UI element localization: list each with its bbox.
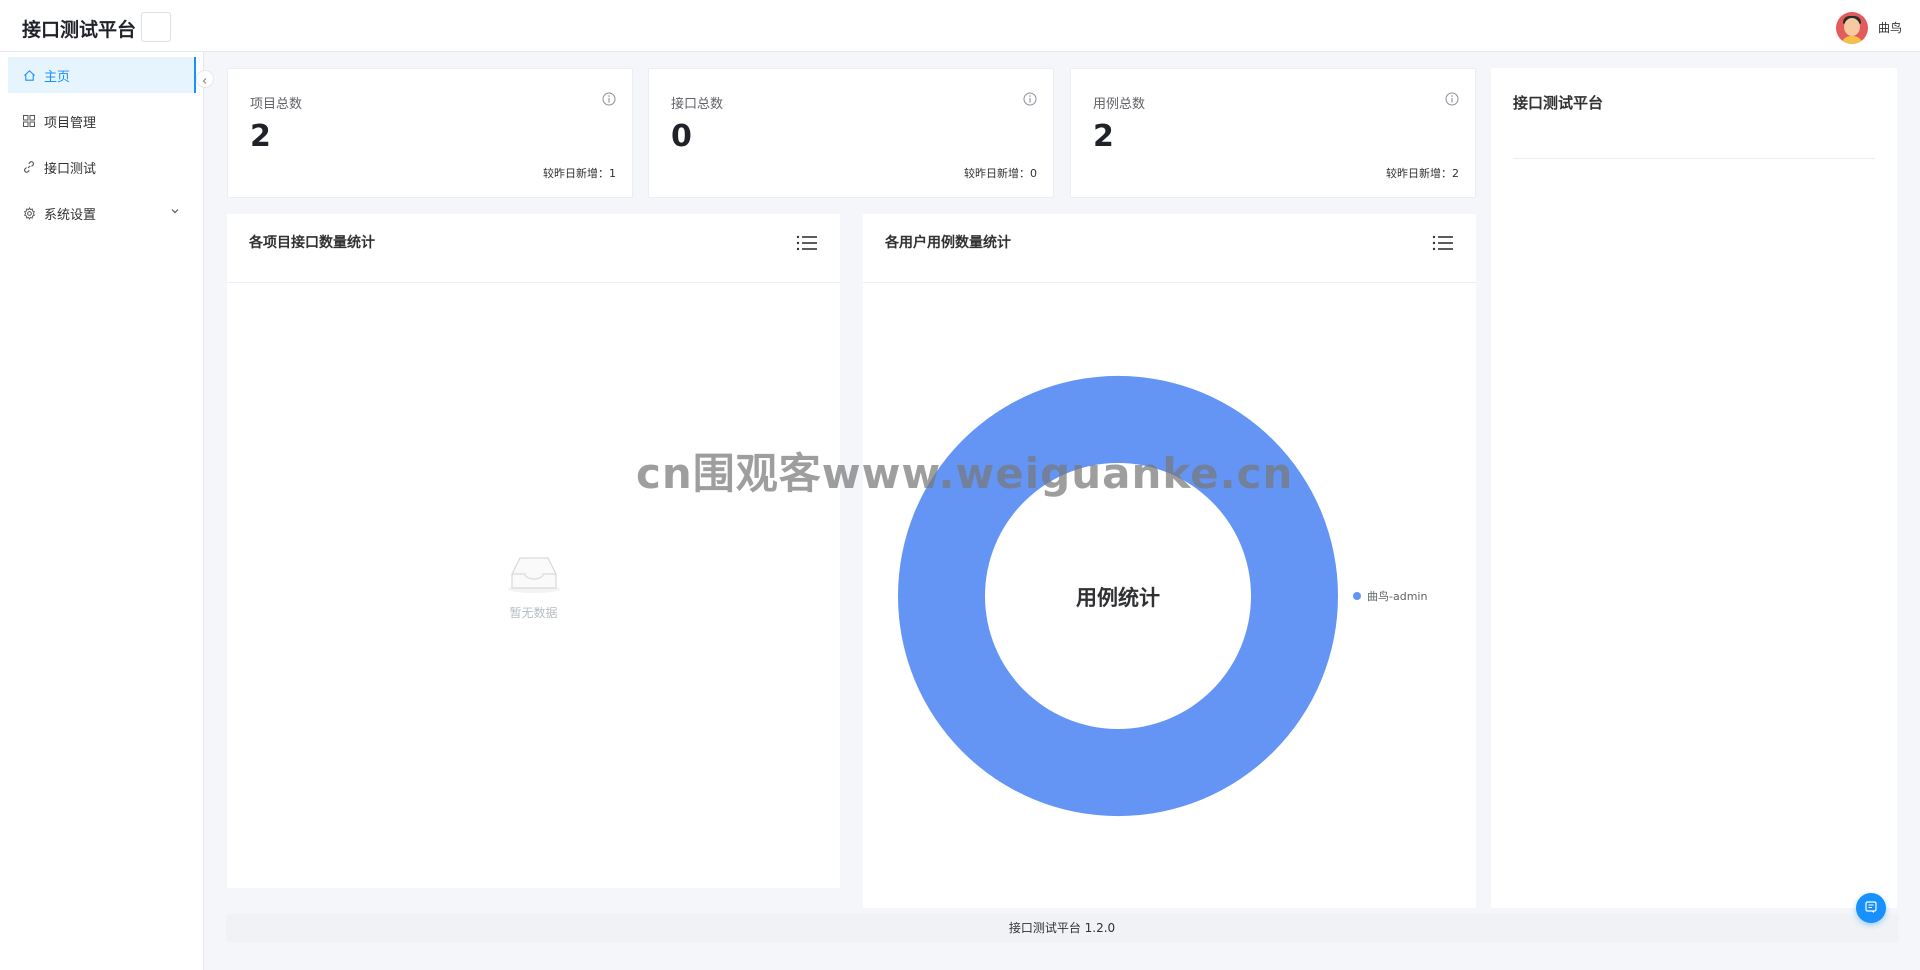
stat-delta: 较昨日新增：1 (543, 167, 616, 180)
sidebar-toggle-button[interactable] (141, 12, 171, 42)
donut-chart (898, 375, 1338, 817)
project-api-chart-panel: 各项目接口数量统计 暂无数据 (227, 214, 840, 888)
top-header: 接口测试平台 曲鸟 (0, 0, 1920, 52)
stat-delta: 较昨日新增：2 (1386, 167, 1459, 180)
stat-value: 0 (671, 119, 692, 154)
panel-title: 接口测试平台 (1513, 94, 1604, 112)
chevron-left-icon (201, 70, 209, 89)
stat-card-apis: 接口总数 0 较昨日新增：0 (648, 68, 1054, 198)
divider (1513, 158, 1875, 159)
link-icon (22, 160, 36, 174)
gear-icon (22, 206, 36, 220)
sidebar-item-label: 系统设置 (44, 207, 97, 223)
info-icon[interactable] (602, 91, 616, 106)
legend-dot (1353, 592, 1361, 600)
chart-legend[interactable]: 曲鸟-admin (1353, 588, 1427, 604)
sidebar-item-home[interactable]: 主页 (8, 57, 196, 93)
sidebar-item-label: 项目管理 (44, 115, 97, 131)
collapse-sidebar-button[interactable] (196, 70, 214, 88)
list-menu-icon[interactable] (796, 234, 818, 252)
legend-label: 曲鸟-admin (1367, 590, 1428, 603)
panel-title: 各项目接口数量统计 (249, 235, 375, 251)
avatar[interactable] (1836, 12, 1868, 44)
sidebar-item-settings[interactable]: 系统设置 (8, 195, 196, 231)
home-icon (22, 68, 36, 82)
sidebar-item-projects[interactable]: 项目管理 (8, 103, 196, 139)
sidebar-item-label: 接口测试 (44, 161, 97, 177)
chat-icon (1864, 899, 1878, 918)
empty-text: 暂无数据 (509, 606, 558, 620)
grid-icon (22, 114, 36, 128)
stat-label: 接口总数 (671, 97, 724, 112)
stat-value: 2 (250, 119, 271, 154)
stat-delta: 较昨日新增：0 (964, 167, 1037, 180)
right-info-panel: 接口测试平台 (1491, 68, 1897, 908)
stat-card-cases: 用例总数 2 较昨日新增：2 (1070, 68, 1476, 198)
empty-state: 暂无数据 (227, 554, 840, 621)
sidebar-item-api-test[interactable]: 接口测试 (8, 149, 196, 185)
stat-value: 2 (1093, 119, 1114, 154)
donut-center-label: 用例统计 (1076, 586, 1160, 610)
stat-card-projects: 项目总数 2 较昨日新增：1 (227, 68, 633, 198)
sidebar: 主页 项目管理 接口测试 系统设置 (0, 52, 204, 970)
footer-version: 接口测试平台 1.2.0 (226, 914, 1898, 942)
sidebar-item-label: 主页 (44, 69, 71, 85)
app-title: 接口测试平台 (22, 19, 137, 41)
info-icon[interactable] (1023, 91, 1037, 106)
empty-box-icon (506, 557, 562, 598)
stat-label: 用例总数 (1093, 97, 1146, 112)
info-icon[interactable] (1445, 91, 1459, 106)
divider (227, 282, 840, 283)
stat-label: 项目总数 (250, 97, 303, 112)
username[interactable]: 曲鸟 (1878, 19, 1902, 36)
floating-help-button[interactable] (1856, 893, 1886, 923)
chevron-down-icon (170, 205, 180, 220)
user-cases-chart-panel: 各用户用例数量统计 用例统计 曲鸟-admin (863, 214, 1476, 908)
